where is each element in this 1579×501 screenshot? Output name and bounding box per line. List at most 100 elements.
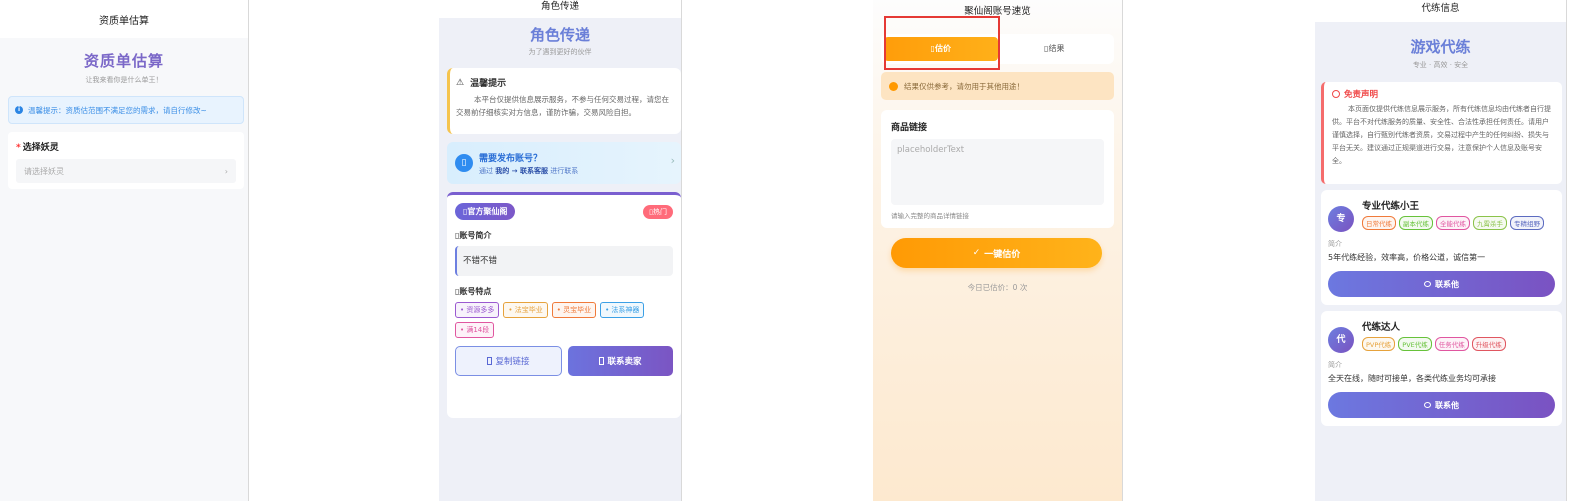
- highlight-box: [884, 16, 1000, 70]
- publish-path: 我的 → 联系客服: [495, 166, 548, 175]
- hero: 资质单估算 让我来看你是什么单王！: [0, 38, 248, 96]
- contact-him-button[interactable]: 联系他: [1328, 271, 1555, 297]
- copy-link-button[interactable]: 复制链接: [455, 346, 562, 376]
- page-title: 资质单估算: [83, 52, 164, 70]
- disclaimer-card: 免责声明 本页面仅提供代练信息展示服务，所有代练信息均由代练者自行提供。平台不对…: [1321, 82, 1562, 184]
- provider-name: 专业代练小王: [1362, 201, 1420, 212]
- feature-tag: • 法宝毕业: [503, 302, 548, 318]
- nav-title: 资质单估算: [99, 16, 149, 27]
- estimate-button[interactable]: ✓ 一键估价: [891, 238, 1102, 268]
- copy-link-label: 复制链接: [495, 357, 530, 367]
- warning-title-text: 温馨提示: [470, 79, 507, 89]
- nav-bar: 资质单估算: [0, 0, 248, 38]
- publish-account-banner[interactable]: ▯ 需要发布账号？ 通过 我的 → 联系客服 进行联系 ›: [447, 142, 681, 184]
- disclaimer-text: 本页面仅提供代练信息展示服务，所有代练信息均由代练者自行提供。平台不对代练服务的…: [1332, 105, 1551, 165]
- tip-text: 结果仅供参考，请勿用于其他用途！: [904, 81, 1024, 91]
- screen-qualification-estimate: 资质单估算 资质单估算 让我来看你是什么单王！ i 温馨提示：资质估范围不满足您…: [0, 0, 248, 501]
- provider-tag: 九霄杀手: [1473, 216, 1507, 230]
- field-label: * 选择妖灵: [16, 140, 236, 153]
- provider-intro-label: 简介: [1328, 361, 1342, 369]
- account-card: ▯官方聚仙阁 ▯热门 ▯账号简介 不错不错 ▯账号特点 • 资源多多 • 法宝毕业…: [447, 192, 681, 418]
- chat-icon: [1424, 281, 1431, 287]
- feature-tag: • 法系神器: [600, 302, 645, 318]
- account-card-header: ▯官方聚仙阁 ▯热门: [455, 203, 673, 220]
- intro-label: ▯账号简介: [455, 231, 492, 240]
- product-link-textarea[interactable]: placeholderText: [891, 139, 1104, 205]
- tip-banner: 结果仅供参考，请勿用于其他用途！: [881, 72, 1114, 100]
- avatar: 专: [1328, 206, 1354, 232]
- provider-tags: PVP代练 PVE代练 任务代练 升级代练: [1362, 337, 1506, 351]
- feature-tag: • 灵宝毕业: [551, 302, 597, 318]
- alert-icon: [1332, 90, 1340, 98]
- page-subtitle: 为了遇到更好的伙伴: [528, 48, 592, 56]
- provider-tag: 任务代练: [1434, 337, 1469, 351]
- warning-title: ⚠ 温馨提示: [456, 76, 675, 90]
- page-title: 游戏代练: [1410, 38, 1471, 56]
- disclaimer-title-text: 免责声明: [1344, 90, 1379, 100]
- provider-tag: PVE代练: [1398, 337, 1432, 351]
- nav-bar: 角色传递: [439, 0, 681, 18]
- copy-icon: [487, 357, 493, 365]
- phone-icon: ▯: [455, 154, 473, 172]
- contact-him-label: 联系他: [1435, 400, 1459, 410]
- info-icon: i: [15, 106, 23, 114]
- provider-tag: 专精组野: [1510, 216, 1544, 230]
- provider-tag: 日常代练: [1362, 216, 1396, 230]
- provider-intro-label: 简介: [1328, 240, 1342, 248]
- feature-tags: • 资源多多 • 法宝毕业 • 灵宝毕业 • 法系神器 • 满14段: [455, 302, 673, 338]
- page-subtitle: 让我来看你是什么单王！: [85, 76, 163, 84]
- link-hint: 请输入完整的商品详情链接: [891, 212, 969, 220]
- nav-title: 代练信息: [1421, 3, 1460, 14]
- provider-tag: 升级代练: [1471, 337, 1506, 351]
- avatar: 代: [1328, 327, 1354, 353]
- screen-account-appraisal: 聚仙阁账号速览 ▯估价 ▯结果 结果仅供参考，请勿用于其他用途！ 商品链接 pl…: [873, 0, 1122, 501]
- feature-tag: • 资源多多: [455, 302, 500, 318]
- contact-him-button[interactable]: 联系他: [1328, 392, 1555, 418]
- provider-tag: 副本代练: [1399, 216, 1433, 230]
- required-mark: *: [16, 143, 21, 153]
- field-label-text: 选择妖灵: [22, 143, 59, 153]
- select-placeholder: 请选择妖灵: [24, 166, 64, 176]
- screen-divider: [1566, 0, 1567, 501]
- nav-bar: 代练信息: [1315, 0, 1566, 22]
- publish-suffix: 进行联系: [550, 166, 579, 175]
- spirit-select[interactable]: 请选择妖灵 ›: [16, 159, 236, 183]
- publish-prefix: 通过: [479, 166, 493, 175]
- tab-result[interactable]: ▯结果: [998, 37, 1112, 61]
- contact-seller-button[interactable]: 联系卖家: [568, 346, 673, 376]
- provider-header: 代代练达人 PVP代练 PVE代练 任务代练 升级代练: [1328, 319, 1555, 353]
- info-dot-icon: [889, 81, 898, 91]
- warning-icon: ⚠: [456, 77, 465, 88]
- screen-role-transfer: 角色传递 角色传递 为了遇到更好的伙伴 ⚠ 温馨提示 本平台仅提供信息展示服务，不…: [439, 0, 681, 501]
- form-card: * 选择妖灵 请选择妖灵 ›: [8, 132, 244, 189]
- notice-text: 温馨提示：资质估范围不满足您的需求，请自行修改~: [28, 105, 207, 115]
- chevron-right-icon: ›: [224, 166, 228, 176]
- warning-text: 本平台仅提供信息展示服务，不参与任何交易过程，请您在交易前仔细核实对方信息，谨防…: [456, 95, 669, 117]
- screen-divider: [1122, 0, 1123, 501]
- link-card-title: 商品链接: [891, 123, 928, 133]
- provider-description: 5年代练经验，效率高，价格公道，诚信第一: [1328, 253, 1486, 262]
- hot-badge: ▯热门: [643, 204, 673, 219]
- features-label: ▯账号特点: [455, 287, 492, 296]
- check-icon: ✓: [972, 248, 981, 258]
- notice-banner: i 温馨提示：资质估范围不满足您的需求，请自行修改~: [8, 96, 244, 124]
- provider-card: 专专业代练小王 日常代练 副本代练 全能代练 九霄杀手 专精组野 简介 5年代练经验，效率高，…: [1321, 190, 1562, 305]
- page-title: 角色传递: [529, 26, 590, 44]
- publish-subtitle: 通过 我的 → 联系客服 进行联系: [479, 166, 578, 176]
- phone-icon: [599, 357, 605, 365]
- provider-list: 专专业代练小王 日常代练 副本代练 全能代练 九霄杀手 专精组野 简介 5年代练经验，效率高，…: [1315, 190, 1566, 426]
- feature-tag: • 满14段: [455, 322, 495, 338]
- screen-divider: [681, 0, 682, 501]
- provider-tag: 全能代练: [1436, 216, 1470, 230]
- disclaimer-title: 免责声明: [1332, 88, 1554, 100]
- official-badge: ▯官方聚仙阁: [455, 203, 516, 220]
- hero: 角色传递 为了遇到更好的伙伴: [439, 18, 681, 68]
- provider-name: 代练达人: [1362, 322, 1401, 333]
- hero: 游戏代练 专业 · 高效 · 安全: [1315, 22, 1566, 82]
- contact-him-label: 联系他: [1435, 279, 1459, 289]
- screen-divider: [248, 0, 249, 501]
- provider-tags: 日常代练 副本代练 全能代练 九霄杀手 专精组野: [1362, 216, 1544, 230]
- provider-header: 专专业代练小王 日常代练 副本代练 全能代练 九霄杀手 专精组野: [1328, 198, 1555, 232]
- publish-title: 需要发布账号？: [479, 153, 543, 164]
- provider-card: 代代练达人 PVP代练 PVE代练 任务代练 升级代练 简介 全天在线，随时可接单，各类代练…: [1321, 311, 1562, 426]
